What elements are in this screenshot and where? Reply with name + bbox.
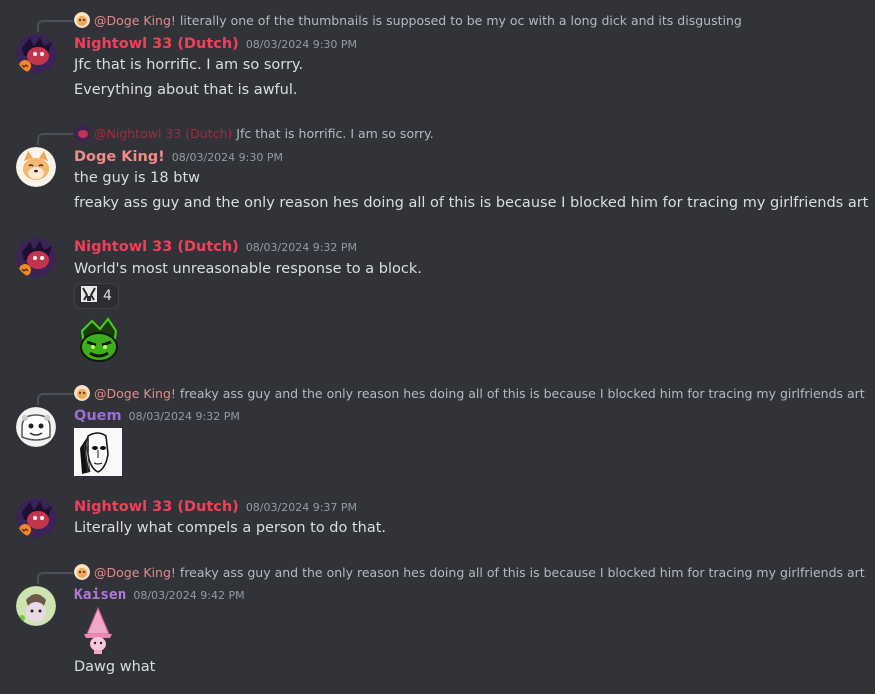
reply-spine — [37, 572, 73, 584]
nightowl-avatar-small — [74, 125, 90, 141]
pink-cone-image[interactable] — [74, 606, 122, 654]
timestamp[interactable]: 08/03/2024 9:42 PM — [133, 589, 244, 602]
nightowl-avatar[interactable] — [16, 34, 56, 74]
timestamp[interactable]: 08/03/2024 9:30 PM — [246, 38, 357, 51]
reply-mention[interactable]: @Doge King! — [94, 13, 176, 28]
timestamp[interactable]: 08/03/2024 9:32 PM — [246, 241, 357, 254]
face-sketch-image[interactable] — [74, 428, 122, 476]
reply-text: Jfc that is horrific. I am so sorry. — [236, 125, 434, 141]
nightowl-avatar[interactable] — [16, 238, 56, 278]
author-name[interactable]: Nightowl 33 (Dutch) — [74, 499, 239, 515]
reply-mention[interactable]: @Doge King! — [94, 386, 176, 401]
reply-preview[interactable]: @Nightowl 33 (Dutch) Jfc that is horrifi… — [74, 124, 434, 142]
reply-preview[interactable]: @Doge King! literally one of the thumbna… — [74, 11, 742, 29]
author-name[interactable]: Doge King! — [74, 149, 165, 165]
nightowl-avatar[interactable] — [16, 498, 56, 538]
reply-preview[interactable]: @Doge King! freaky ass guy and the only … — [74, 384, 865, 402]
message-line: freaky ass guy and the only reason hes d… — [74, 195, 869, 211]
message-line: World's most unreasonable response to a … — [74, 261, 422, 277]
message-line: Jfc that is horrific. I am so sorry. — [74, 57, 304, 73]
doge-king-avatar-small — [74, 385, 90, 401]
reaction-count: 4 — [103, 288, 112, 304]
custom-emoji-icon — [81, 286, 97, 306]
green-sticker-image[interactable] — [74, 315, 124, 365]
reply-mention[interactable]: @Nightowl 33 (Dutch) — [94, 126, 232, 141]
doge-king-avatar[interactable] — [16, 147, 56, 187]
reply-spine — [37, 20, 73, 32]
reply-text: literally one of the thumbnails is suppo… — [179, 12, 742, 28]
message-line: the guy is 18 btw — [74, 170, 200, 186]
message-line: Everything about that is awful. — [74, 82, 298, 98]
reaction-button[interactable]: 4 — [74, 283, 119, 309]
reply-preview[interactable]: @Doge King! freaky ass guy and the only … — [74, 563, 865, 581]
author-name[interactable]: Quem — [74, 408, 122, 424]
author-name[interactable]: Nightowl 33 (Dutch) — [74, 36, 239, 52]
reply-spine — [37, 133, 73, 145]
timestamp[interactable]: 08/03/2024 9:32 PM — [129, 410, 240, 423]
reply-spine — [37, 393, 73, 405]
timestamp[interactable]: 08/03/2024 9:30 PM — [172, 151, 283, 164]
reply-text: freaky ass guy and the only reason hes d… — [179, 385, 865, 401]
reply-mention[interactable]: @Doge King! — [94, 565, 176, 580]
quem-avatar[interactable] — [16, 407, 56, 447]
kaisen-avatar[interactable] — [16, 586, 56, 626]
message-line: Literally what compels a person to do th… — [74, 520, 387, 536]
doge-king-avatar-small — [74, 12, 90, 28]
doge-king-avatar-small — [74, 564, 90, 580]
author-name[interactable]: Kaisen — [74, 587, 126, 603]
message-line: Dawg what — [74, 659, 156, 675]
reply-text: freaky ass guy and the only reason hes d… — [179, 564, 865, 580]
author-name[interactable]: Nightowl 33 (Dutch) — [74, 239, 239, 255]
timestamp[interactable]: 08/03/2024 9:37 PM — [246, 501, 357, 514]
